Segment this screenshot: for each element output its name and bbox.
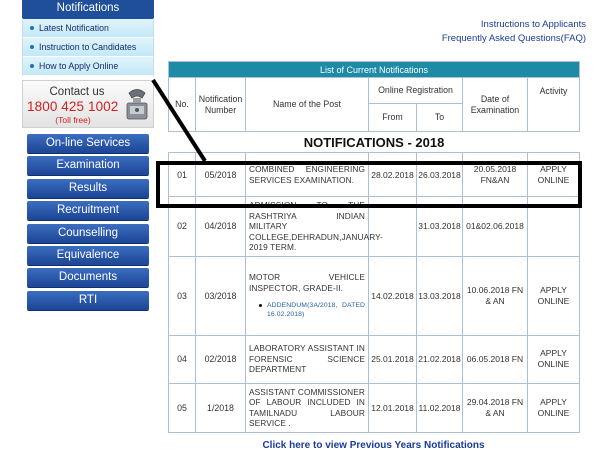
table-caption: List of Current Notifications (168, 61, 580, 78)
row-no: 05 (168, 382, 196, 433)
header-no: No. (168, 77, 196, 132)
bullet-icon (30, 64, 34, 68)
contact-box: Contact us 1800 425 1002 (Toll free) (22, 80, 154, 128)
toll-free-label: (Toll free) (55, 115, 91, 125)
menu-recruitment[interactable]: Recruitment (27, 201, 149, 221)
table-row: 03 03/2018 MOTOR VEHICLE INSPECTOR, GRAD… (168, 255, 580, 336)
notification-links: Latest Notification Instruction to Candi… (22, 19, 154, 76)
how-to-apply-online-link[interactable]: How to Apply Online (23, 57, 153, 76)
link-label: Latest Notification (39, 23, 109, 33)
row-no: 01 (168, 152, 196, 197)
row-exam-date: 29.04.2018 FN & AN (462, 382, 528, 433)
notifications-table-wrap: List of Current Notifications No. Notifi… (168, 61, 580, 433)
section-title: NOTIFICATIONS - 2018 (168, 131, 580, 153)
table-row: 04 02/2018 LABORATORY ASSISTANT IN FOREN… (168, 334, 580, 384)
row-notification-number: 04/2018 (195, 196, 246, 257)
notifications-header: Notifications (22, 0, 154, 19)
menu-online-services[interactable]: On-line Services (27, 134, 149, 153)
row-exam-date: 10.06.2018 FN & AN (462, 255, 528, 336)
row-exam-date: 06.05.2018 FN (462, 334, 528, 384)
row-to-date: 21.02.2018 (416, 334, 463, 384)
contact-title: Contact us (49, 86, 105, 98)
row-no: 02 (168, 196, 196, 257)
row-exam-date: 01&02.06.2018 (462, 196, 528, 257)
menu-results[interactable]: Results (27, 178, 149, 198)
header-online-registration: Online Registration (368, 77, 463, 104)
contact-phone: 1800 425 1002 (27, 99, 119, 114)
row-activity (527, 196, 580, 257)
row-post-link[interactable]: COMBINED ENGINEERING SERVICES EXAMINATIO… (245, 152, 369, 197)
row-post-link[interactable]: ASSISTANT COMMISSIONER OF LABOUR INCLUDE… (245, 382, 369, 433)
row-no: 04 (168, 334, 196, 384)
row-post-link[interactable]: ADMISSION TO THE RASHTRIYA INDIAN MILITA… (245, 196, 383, 257)
row-notification-number: 02/2018 (195, 334, 246, 384)
addendum-link[interactable]: ADDENDUM(3A/2018, DATED 16.02.2018) (267, 301, 365, 319)
notifications-table: List of Current Notifications No. Notifi… (168, 61, 580, 433)
menu-rti[interactable]: RTI (27, 290, 149, 310)
header-from: From (368, 103, 417, 132)
menu-examination[interactable]: Examination (27, 156, 149, 176)
row-exam-date: 20.05.2018 FN&AN (462, 152, 528, 197)
link-label: Instruction to Candidates (39, 42, 137, 52)
latest-notification-link[interactable]: Latest Notification (23, 19, 153, 38)
apply-online-button[interactable]: APPLY ONLINE (527, 152, 580, 197)
sidebar: Notifications Latest Notification Instru… (22, 0, 154, 313)
table-row: 02 04/2018 ADMISSION TO THE RASHTRIYA IN… (168, 196, 580, 257)
row-to-date: 31.03.2018 (416, 196, 463, 257)
header-post-name: Name of the Post (245, 77, 369, 132)
row-notification-number: 1/2018 (195, 382, 246, 433)
row-notification-number: 05/2018 (195, 152, 246, 197)
telephone-icon (126, 89, 148, 120)
header-to: To (416, 103, 463, 132)
row-from-date: 14.02.2018 (368, 255, 417, 336)
apply-online-button[interactable]: APPLY ONLINE (527, 382, 580, 433)
top-links: Instructions to Applicants Frequently As… (442, 18, 586, 46)
menu-equivalence[interactable]: Equivalence (27, 245, 149, 265)
menu-counselling[interactable]: Counselling (27, 223, 149, 243)
row-no: 03 (168, 255, 196, 336)
row-from-date: 28.02.2018 (368, 152, 417, 197)
bullet-icon (30, 45, 34, 49)
previous-years-notifications-link[interactable]: Click here to view Previous Years Notifi… (168, 440, 579, 450)
row-from-date: 25.01.2018 (368, 334, 417, 384)
row-to-date: 13.03.2018 (416, 255, 463, 336)
instructions-to-applicants-link[interactable]: Instructions to Applicants (442, 18, 586, 32)
table-row: 05 1/2018 ASSISTANT COMMISSIONER OF LABO… (168, 382, 580, 433)
row-post-cell: MOTOR VEHICLE INSPECTOR, GRADE-II. ADDEN… (245, 255, 369, 336)
bullet-icon (30, 26, 34, 30)
apply-online-button[interactable]: APPLY ONLINE (527, 334, 580, 384)
header-activity: Activity (527, 77, 580, 132)
row-notification-number: 03/2018 (195, 255, 246, 336)
row-to-date: 26.03.2018 (416, 152, 463, 197)
table-row: 01 05/2018 COMBINED ENGINEERING SERVICES… (168, 152, 580, 197)
link-label: How to Apply Online (39, 61, 119, 71)
bullet-icon (259, 304, 262, 307)
row-post-link[interactable]: LABORATORY ASSISTANT IN FORENSIC SCIENCE… (245, 334, 369, 384)
instruction-to-candidates-link[interactable]: Instruction to Candidates (23, 38, 153, 57)
addendum-item: ADDENDUM(3A/2018, DATED 16.02.2018) (259, 301, 365, 319)
row-post-link[interactable]: MOTOR VEHICLE INSPECTOR, GRADE-II. (249, 272, 365, 293)
row-from-date (368, 196, 417, 257)
row-from-date: 12.01.2018 (368, 382, 417, 433)
menu-documents[interactable]: Documents (27, 268, 149, 288)
main-menu: On-line Services Examination Results Rec… (27, 134, 149, 310)
header-notification-number: Notification Number (195, 77, 246, 132)
apply-online-button[interactable]: APPLY ONLINE (527, 255, 580, 336)
header-exam-date: Date of Examination (462, 77, 528, 132)
faq-link[interactable]: Frequently Asked Questions(FAQ) (442, 32, 586, 46)
row-to-date: 11.02.2018 (416, 382, 463, 433)
